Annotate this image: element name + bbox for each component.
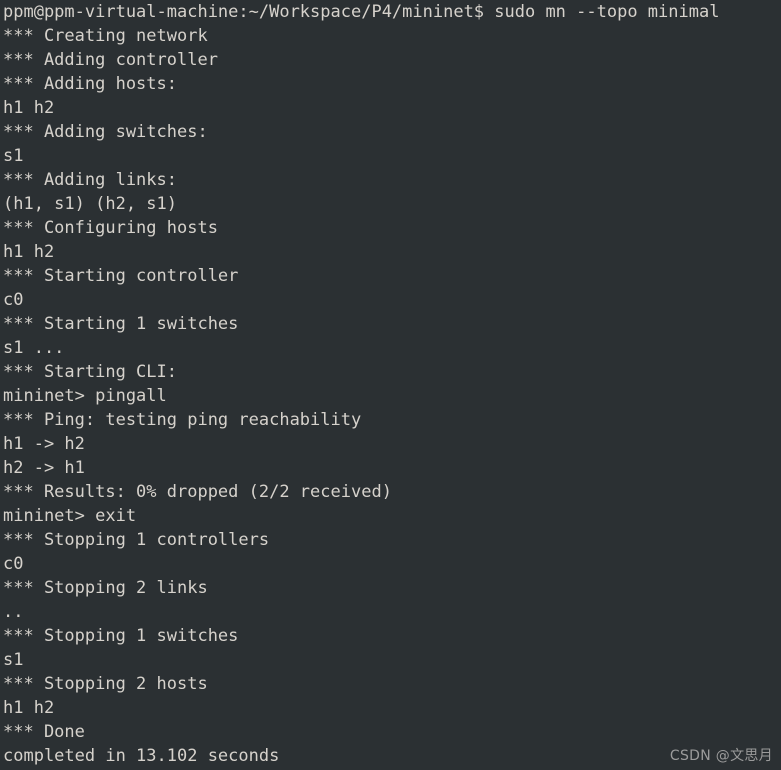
terminal-line: h2 -> h1 [3, 458, 85, 478]
terminal-line-results: *** Results: 0% dropped (2/2 received) [3, 482, 392, 502]
terminal-line: *** Stopping 2 links [3, 578, 208, 598]
terminal-window[interactable]: ppm@ppm-virtual-machine:~/Workspace/P4/m… [0, 0, 781, 770]
terminal-line: *** Creating network [3, 26, 208, 46]
terminal-line: ppm@ppm-virtual-machine:~/Workspace/P4/m… [3, 2, 720, 22]
terminal-line: *** Starting controller [3, 266, 239, 286]
terminal-line: s1 [3, 650, 24, 670]
terminal-line: s1 ... [3, 338, 65, 358]
terminal-line-command: mininet> pingall [3, 386, 167, 406]
terminal-line: *** Adding switches: [3, 122, 208, 142]
terminal-line: h1 -> h2 [3, 434, 85, 454]
terminal-line: *** Stopping 2 hosts [3, 674, 208, 694]
terminal-line: *** Done [3, 722, 85, 742]
terminal-line: *** Adding controller [3, 50, 218, 70]
terminal-output[interactable]: ppm@ppm-virtual-machine:~/Workspace/P4/m… [3, 0, 781, 768]
terminal-line: *** Adding hosts: [3, 74, 177, 94]
terminal-line: h1 h2 [3, 242, 55, 262]
terminal-line: *** Configuring hosts [3, 218, 218, 238]
csdn-watermark: CSDN @文思月 [669, 748, 773, 764]
terminal-line: *** Stopping 1 switches [3, 626, 239, 646]
terminal-line: *** Stopping 1 controllers [3, 530, 270, 550]
terminal-line: h1 h2 [3, 698, 55, 718]
terminal-line: s1 [3, 146, 24, 166]
terminal-line: *** Ping: testing ping reachability [3, 410, 362, 430]
terminal-line: *** Starting CLI: [3, 362, 177, 382]
terminal-line: h1 h2 [3, 98, 55, 118]
terminal-line: (h1, s1) (h2, s1) [3, 194, 177, 214]
terminal-line: .. [3, 602, 24, 622]
terminal-line: *** Adding links: [3, 170, 177, 190]
terminal-line: c0 [3, 554, 24, 574]
terminal-line: c0 [3, 290, 24, 310]
terminal-line-completed: completed in 13.102 seconds [3, 746, 280, 766]
terminal-line: *** Starting 1 switches [3, 314, 239, 334]
terminal-line-command: mininet> exit [3, 506, 137, 526]
